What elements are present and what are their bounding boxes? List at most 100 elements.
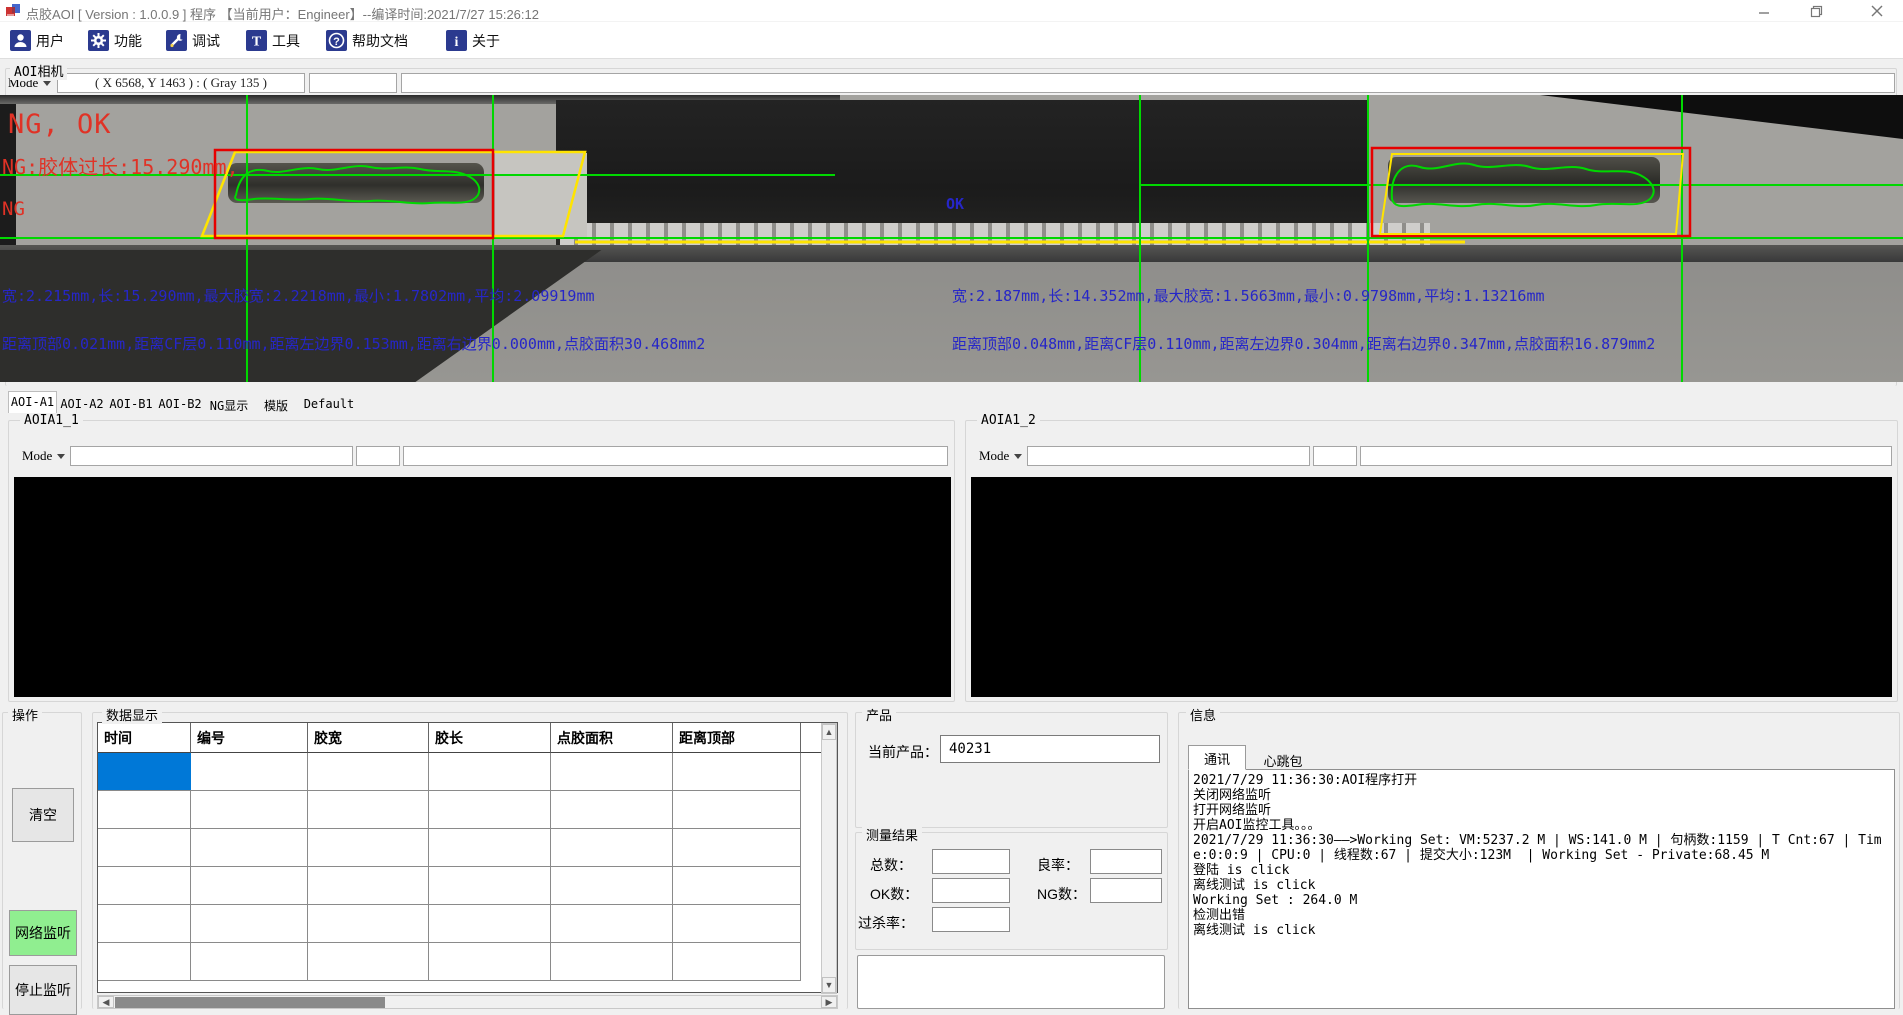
table-cell[interactable] [191,905,308,943]
scrollbar-thumb[interactable] [115,997,385,1008]
table-cell[interactable] [673,753,801,791]
comm-log[interactable]: 2021/7/29 11:36:30:AOI程序打开 关闭网络监听 打开网络监听… [1188,769,1895,1009]
column-header-glue-area[interactable]: 点胶面积 [551,723,673,753]
table-cell[interactable] [308,867,429,905]
table-cell[interactable] [191,753,308,791]
table-cell[interactable] [98,867,191,905]
log-line: 关闭网络监听 [1193,788,1890,803]
toolbar-button-about[interactable]: i 关于 [446,30,500,51]
table-cell[interactable] [429,867,551,905]
table-cell[interactable] [191,867,308,905]
panel1-mode-dropdown[interactable]: Mode [18,446,69,466]
table-cell[interactable] [98,829,191,867]
column-header-top-distance[interactable]: 距离顶部 [673,723,801,753]
svg-text:T: T [252,35,262,50]
table-cell[interactable] [551,905,673,943]
toolbar-button-debug[interactable]: 调试 [166,30,220,51]
table-cell[interactable] [551,791,673,829]
window-title: 点胶AOI [ Version : 1.0.0.9 ] 程序 【当前用户：Eng… [26,4,539,23]
clear-button[interactable]: 清空 [12,788,74,842]
close-button[interactable] [1850,0,1903,22]
tab-template[interactable]: 模版 [254,394,298,413]
tab-label: AOI-A1 [11,395,54,409]
chevron-down-icon [57,454,65,459]
table-cell[interactable] [673,943,801,981]
column-header-id[interactable]: 编号 [191,723,308,753]
table-cell[interactable] [98,791,191,829]
tab-label: 通讯 [1204,753,1230,768]
table-horizontal-scrollbar[interactable]: ◀ ▶ [97,995,838,1009]
ok-label-text: OK [946,195,964,213]
result-status-text: NG, OK [8,109,112,140]
tab-label: 模版 [264,399,288,413]
toolbar-button-tools[interactable]: T 工具 [246,30,300,51]
scroll-left-arrow[interactable]: ◀ [98,996,114,1008]
ng-count-field[interactable] [1090,878,1162,903]
table-cell[interactable] [191,943,308,981]
table-cell[interactable] [191,791,308,829]
table-cell[interactable] [308,905,429,943]
header-label: 时间 [104,728,132,748]
tab-aoi-b2[interactable]: AOI-B2 [156,394,204,413]
column-header-glue-width[interactable]: 胶宽 [308,723,429,753]
ok-count-field[interactable] [932,878,1010,903]
selected-cell[interactable] [98,753,191,791]
tab-aoi-a1[interactable]: AOI-A1 [8,391,57,413]
table-cell[interactable] [429,791,551,829]
scroll-up-arrow[interactable]: ▲ [822,724,836,740]
tab-default[interactable]: Default [300,394,358,413]
info-tab-comm[interactable]: 通讯 [1188,745,1246,770]
scroll-down-arrow[interactable]: ▼ [822,977,836,993]
table-cell[interactable] [308,753,429,791]
table-cell[interactable] [673,867,801,905]
table-cell[interactable] [551,943,673,981]
network-listen-button[interactable]: 网络监听 [9,910,77,956]
camera-coords-field: ( X 6568, Y 1463 ) : ( Gray 135 ) [57,73,305,93]
table-cell[interactable] [673,829,801,867]
scroll-right-arrow[interactable]: ▶ [821,996,837,1008]
log-line: 离线测试 is click [1193,878,1890,893]
toolbar-button-help[interactable]: ? 帮助文档 [326,30,408,51]
column-header-glue-length[interactable]: 胶长 [429,723,551,753]
panel2-mode-dropdown[interactable]: Mode [975,446,1026,466]
total-count-field[interactable] [932,849,1010,874]
table-cell[interactable] [551,829,673,867]
data-table: 时间 编号 胶宽 胶长 点胶面积 距离顶部 ▲ ▼ [97,722,838,993]
camera-image-view[interactable]: NG, OK NG:胶体过长:15.290mm, NG OK 宽:2.215mm… [0,95,1903,382]
table-cell[interactable] [308,829,429,867]
header-label: 编号 [197,728,225,748]
overkill-rate-field[interactable] [932,907,1010,932]
table-cell[interactable] [308,791,429,829]
tab-aoi-a2[interactable]: AOI-A2 [58,394,106,413]
table-cell[interactable] [98,905,191,943]
table-cell[interactable] [429,943,551,981]
table-cell[interactable] [191,829,308,867]
right-stats-line1: 宽:2.187mm,长:14.352mm,最大胶宽:1.5663mm,最小:0.… [952,285,1545,306]
toolbar-button-user[interactable]: 用户 [10,30,64,51]
toolbar: 用户 功能 调试 T 工具 ? 帮助文档 [0,22,1903,59]
table-vertical-scrollbar[interactable]: ▲ ▼ [821,723,837,994]
table-cell[interactable] [98,943,191,981]
button-label: 清空 [29,805,57,825]
table-cell[interactable] [429,905,551,943]
table-cell[interactable] [551,867,673,905]
minimize-button[interactable] [1740,0,1787,22]
panel-aoia1-2-label: AOIA1_2 [977,413,1040,428]
yield-field[interactable] [1090,849,1162,874]
table-cell[interactable] [429,829,551,867]
stop-listen-button[interactable]: 停止监听 [9,965,77,1015]
tab-aoi-b1[interactable]: AOI-B1 [107,394,155,413]
info-tab-heartbeat[interactable]: 心跳包 [1250,748,1316,770]
column-header-time[interactable]: 时间 [98,723,191,753]
table-cell[interactable] [429,753,551,791]
camera-aux-field-1 [309,73,397,93]
table-cell[interactable] [673,791,801,829]
table-cell[interactable] [551,753,673,791]
current-product-field[interactable]: 40231 [940,735,1160,763]
table-cell[interactable] [308,943,429,981]
tab-ng-display[interactable]: NG显示 [205,394,253,413]
toolbar-button-function[interactable]: 功能 [88,30,142,51]
table-cell[interactable] [673,905,801,943]
maximize-button[interactable] [1793,0,1840,22]
header-label: 距离顶部 [679,728,735,748]
